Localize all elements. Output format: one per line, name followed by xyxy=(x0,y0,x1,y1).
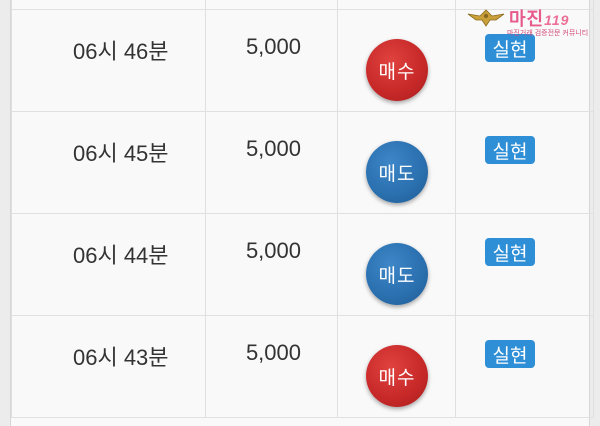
trade-time: 06시 45분 xyxy=(73,141,169,166)
realized-badge[interactable]: 실현 xyxy=(485,238,535,266)
trade-amount: 5,000 xyxy=(245,136,301,161)
eagle-emblem-icon xyxy=(467,9,505,27)
watermark-logo: 마진119 마진거래 검증전문 커뮤니티 xyxy=(466,4,596,38)
trade-history-table: 06시 46분 5,000 매수 실현 06시 45분 5,000 매도 실현 … xyxy=(10,0,594,426)
realized-badge[interactable]: 실현 xyxy=(485,136,535,164)
buy-button[interactable]: 매수 xyxy=(366,345,428,407)
table-row: 06시 44분 5,000 매도 실현 xyxy=(11,213,594,316)
buy-button[interactable]: 매수 xyxy=(366,39,428,101)
table-row: 06시 45분 5,000 매도 실현 xyxy=(11,111,594,214)
trade-amount: 5,000 xyxy=(245,34,301,59)
trade-time: 06시 43분 xyxy=(73,345,169,370)
realized-badge[interactable]: 실현 xyxy=(485,34,535,62)
trade-time: 06시 46분 xyxy=(73,39,169,64)
trade-amount: 5,000 xyxy=(245,238,301,263)
sell-button[interactable]: 매도 xyxy=(366,243,428,305)
watermark-tagline: 마진거래 검증전문 커뮤니티 xyxy=(507,30,589,37)
trade-time: 06시 44분 xyxy=(73,243,169,268)
watermark-title-suffix: 119 xyxy=(544,12,570,28)
trade-amount: 5,000 xyxy=(245,340,301,365)
realized-badge[interactable]: 실현 xyxy=(485,340,535,368)
sell-button[interactable]: 매도 xyxy=(366,141,428,203)
table-row: 06시 43분 5,000 매수 실현 xyxy=(11,315,594,418)
